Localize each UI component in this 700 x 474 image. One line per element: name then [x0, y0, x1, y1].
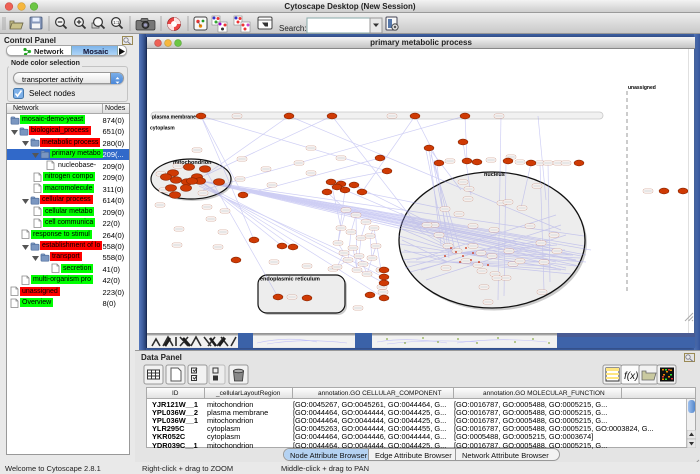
svg-text:nucleus: nucleus: [484, 172, 505, 178]
svg-text:Search:: Search:: [279, 24, 307, 33]
svg-text:endoplasmic reticulum: endoplasmic reticulum: [260, 277, 320, 283]
svg-text:unassigned: unassigned: [628, 85, 656, 91]
svg-text:plasma membrane: plasma membrane: [152, 115, 196, 121]
svg-text:cytoplasm: cytoplasm: [150, 126, 175, 132]
svg-text:1:1: 1:1: [113, 20, 120, 25]
svg-text:f(x): f(x): [624, 371, 638, 382]
